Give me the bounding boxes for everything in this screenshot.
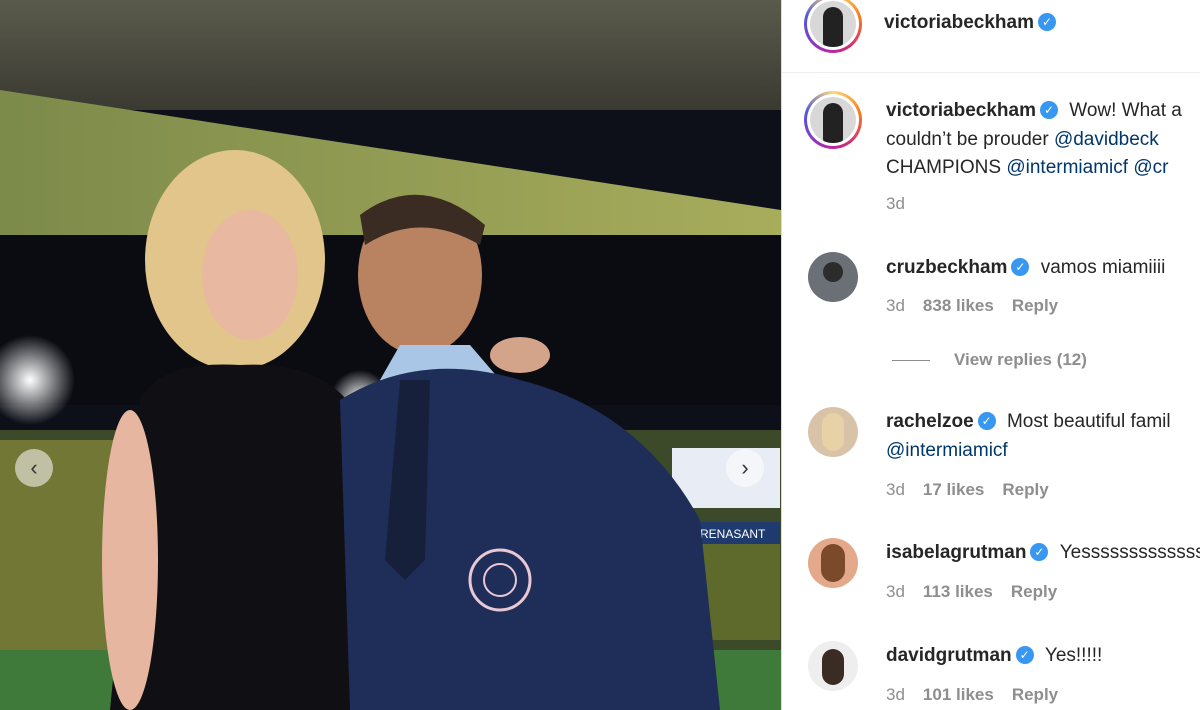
comment-text: Yesssssssssssss xyxy=(1059,542,1200,563)
caption-line-3: CHAMPIONS @intermiamicf @cr xyxy=(886,157,1168,179)
comment-username[interactable]: rachelzoe xyxy=(886,411,974,432)
replies-divider xyxy=(892,360,930,361)
mention-link[interactable]: @intermiamicf xyxy=(886,440,1008,461)
verified-icon: ✓ xyxy=(1011,258,1030,276)
mention-link[interactable]: @cr xyxy=(1133,157,1168,178)
chevron-right-icon: › xyxy=(741,455,749,480)
mention-link[interactable]: @intermiamicf xyxy=(1006,157,1128,178)
commenter-avatar[interactable] xyxy=(808,407,858,457)
avatar xyxy=(810,97,856,143)
comment-text: vamos miamiiii xyxy=(1040,257,1166,278)
verified-icon: ✓ xyxy=(1037,13,1056,31)
mention-link[interactable]: @davidbeck xyxy=(1054,129,1159,150)
post-time[interactable]: 3d xyxy=(886,194,905,213)
comment-text: Most beautiful famil xyxy=(1006,411,1171,432)
comment-row: davidgrutman ✓ Yes!!!!! xyxy=(886,645,1102,667)
chevron-left-icon: ‹ xyxy=(30,455,38,480)
prev-photo-button[interactable]: ‹ xyxy=(15,449,53,487)
author-avatar-ring[interactable] xyxy=(804,0,862,53)
verified-icon: ✓ xyxy=(1015,646,1034,664)
reply-button[interactable]: Reply xyxy=(1012,296,1058,315)
comment-meta: 3d 17 likes Reply xyxy=(886,480,1049,500)
reply-button[interactable]: Reply xyxy=(1012,685,1058,704)
comment-time[interactable]: 3d xyxy=(886,582,905,601)
comment-row: cruzbeckham ✓ vamos miamiiii xyxy=(886,257,1165,279)
caption-line-2: couldn’t be prouder @davidbeck xyxy=(886,129,1159,151)
avatar xyxy=(810,1,856,47)
comment-username[interactable]: davidgrutman xyxy=(886,645,1012,666)
author-username[interactable]: victoriabeckham xyxy=(884,12,1034,33)
commenter-avatar[interactable] xyxy=(808,641,858,691)
comment-text: Yes!!!!! xyxy=(1044,645,1103,666)
comment-row: isabelagrutman ✓ Yesssssssssssss xyxy=(886,542,1200,564)
reply-button[interactable]: Reply xyxy=(1002,480,1048,499)
caption-text: couldn’t be prouder xyxy=(886,129,1049,150)
view-replies-button[interactable]: View replies (12) xyxy=(954,350,1087,370)
comment-row: rachelzoe ✓ Most beautiful famil xyxy=(886,411,1171,433)
comment-likes[interactable]: 101 likes xyxy=(923,685,994,704)
comment-likes[interactable]: 113 likes xyxy=(923,582,993,601)
stadium-sign: RENASANT xyxy=(700,527,766,541)
caption-text: Wow! What a xyxy=(1069,100,1182,121)
caption-username[interactable]: victoriabeckham xyxy=(886,100,1036,121)
verified-icon: ✓ xyxy=(1030,543,1049,561)
commenter-avatar[interactable] xyxy=(808,252,858,302)
comment-meta: 3d 101 likes Reply xyxy=(886,685,1058,705)
reply-button[interactable]: Reply xyxy=(1011,582,1057,601)
comment-time[interactable]: 3d xyxy=(886,296,905,315)
next-photo-button[interactable]: › xyxy=(726,449,764,487)
comment-likes[interactable]: 838 likes xyxy=(923,296,994,315)
comment-meta: 3d 113 likes Reply xyxy=(886,582,1057,602)
comment-time[interactable]: 3d xyxy=(886,685,905,704)
comment-likes[interactable]: 17 likes xyxy=(923,480,984,499)
verified-icon: ✓ xyxy=(1039,101,1058,119)
header-username-row: victoriabeckham ✓ xyxy=(884,12,1056,34)
caption-line-1: victoriabeckham ✓ Wow! What a xyxy=(886,100,1182,122)
comment-row-continued: @intermiamicf xyxy=(886,440,1008,462)
post-photo: RENASANT ‹ › xyxy=(0,0,781,710)
caption-meta: 3d xyxy=(886,194,905,214)
comments-panel: victoriabeckham ✓ victoriabeckham ✓ Wow! W… xyxy=(781,0,1200,710)
comment-username[interactable]: isabelagrutman xyxy=(886,542,1026,563)
photo-scene: RENASANT xyxy=(0,0,781,710)
verified-icon: ✓ xyxy=(977,412,996,430)
comment-meta: 3d 838 likes Reply xyxy=(886,296,1058,316)
comment-username[interactable]: cruzbeckham xyxy=(886,257,1007,278)
comment-time[interactable]: 3d xyxy=(886,480,905,499)
commenter-avatar[interactable] xyxy=(808,538,858,588)
post-header: victoriabeckham ✓ xyxy=(782,0,1200,73)
caption-text: CHAMPIONS xyxy=(886,157,1002,178)
caption-avatar-ring[interactable] xyxy=(804,91,862,149)
